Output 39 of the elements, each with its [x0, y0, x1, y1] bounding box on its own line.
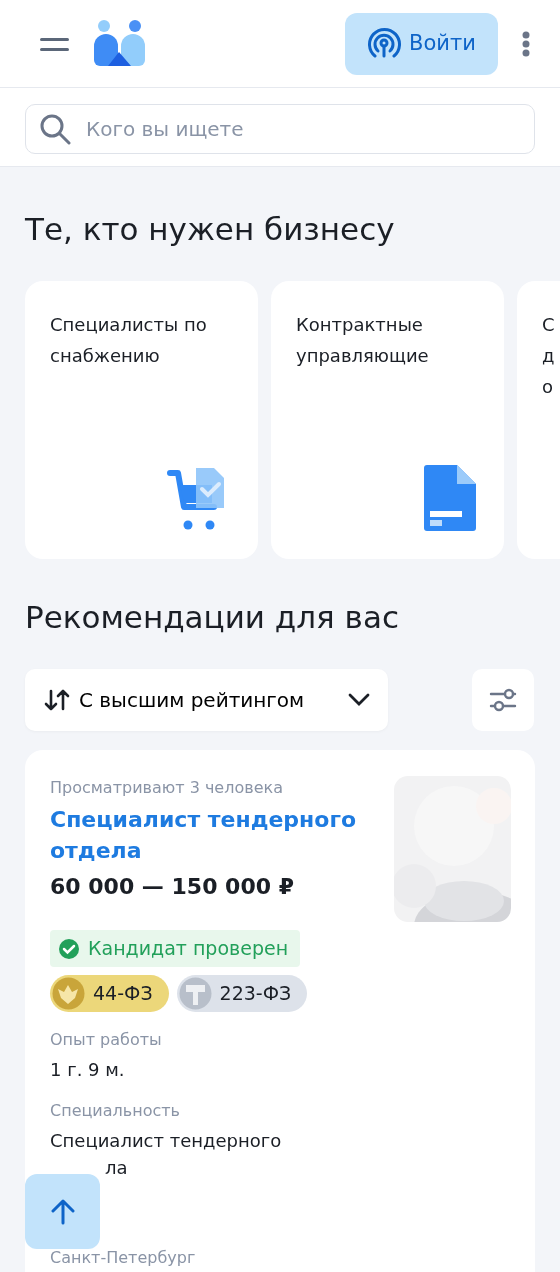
law-tag[interactable]: 44-ФЗ — [50, 974, 169, 1012]
category-title: Контрактные управляющие — [296, 313, 430, 369]
section-title: Те, кто нужен бизнесу — [25, 211, 396, 249]
field-value: 1 г. 9 м. — [50, 1057, 126, 1082]
sort-icon — [43, 688, 71, 713]
logo-icon[interactable] — [94, 19, 146, 68]
filter-button[interactable] — [472, 669, 534, 732]
scroll-top-button[interactable] — [25, 1174, 100, 1249]
emblem-icon — [52, 976, 85, 1010]
candidate-title[interactable]: Специалист тендерного отдела — [50, 804, 378, 867]
section-title: Рекомендации для вас — [25, 599, 400, 637]
field-value: ла — [104, 1155, 128, 1180]
candidate-card[interactable]: Просматривают 3 человека Специалист тендерного отдела 60 000 — 150 000 ₽ Кандидат проверен 44-ФЗ 223-ФЗ Опыт работы 1 г. 9 м. Специальность Специалист тендерного ла Санкт-Петербург — [25, 750, 535, 1272]
category-title: С д о — [542, 313, 556, 400]
category-card[interactable]: Контрактные управляющие — [271, 281, 504, 560]
hammer-icon — [178, 976, 212, 1010]
more-icon[interactable] — [522, 30, 530, 57]
search-icon — [39, 113, 71, 145]
category-card[interactable]: С д о — [517, 281, 560, 560]
sort-dropdown[interactable]: С высшим рейтингом — [25, 669, 388, 732]
document-icon — [424, 465, 476, 532]
check-icon — [58, 937, 80, 960]
salary-text: 60 000 — 150 000 ₽ — [50, 873, 295, 902]
verified-text: Кандидат проверен — [88, 936, 289, 962]
field-value: Специалист тендерного — [50, 1128, 282, 1153]
field-label: Опыт работы — [50, 1028, 163, 1051]
login-button[interactable]: Войти — [345, 12, 498, 75]
search-field[interactable]: Кого вы ищете — [25, 104, 535, 154]
field-label: Специальность — [50, 1099, 182, 1122]
tag-label: 44-ФЗ — [93, 981, 153, 1007]
law-tag[interactable]: 223-ФЗ — [176, 974, 308, 1012]
filter-icon — [489, 687, 517, 714]
category-title: Специалисты по снабжению — [50, 313, 208, 369]
category-card[interactable]: Специалисты по снабжению — [25, 281, 258, 560]
tag-label: 223-ФЗ — [219, 981, 292, 1007]
location-text: Санкт-Петербург — [50, 1248, 197, 1267]
viewers-text: Просматривают 3 человека — [50, 777, 284, 800]
arrow-up-icon — [49, 1198, 76, 1225]
chevron-icon — [348, 693, 370, 708]
